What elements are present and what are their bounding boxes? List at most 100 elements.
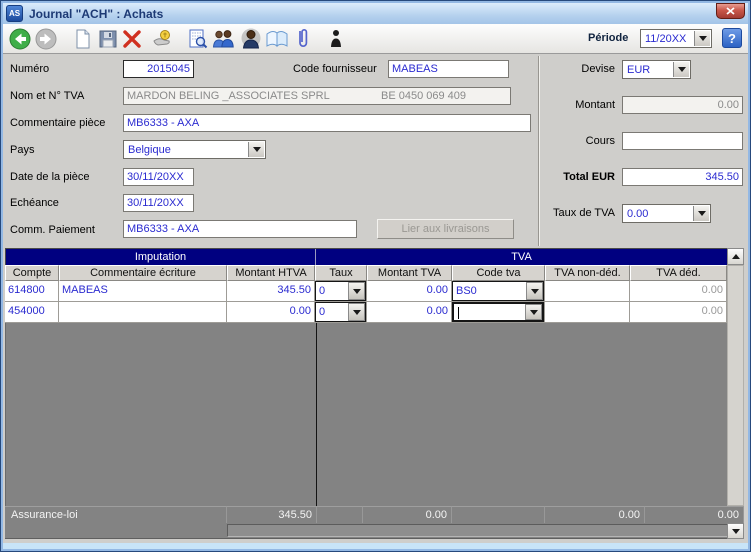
chevron-down-icon[interactable]	[348, 282, 365, 300]
vertical-scrollbar[interactable]	[727, 265, 744, 506]
forward-button[interactable]	[33, 26, 59, 52]
contact-icon	[239, 28, 263, 50]
pays-label: Pays	[10, 144, 34, 156]
scroll-up-button[interactable]	[727, 248, 744, 265]
chevron-down-icon[interactable]	[526, 282, 543, 300]
cours-label: Cours	[523, 135, 615, 147]
journal-book-button[interactable]	[264, 26, 290, 52]
attachment-button[interactable]	[290, 26, 316, 52]
commentaire-piece-label: Commentaire pièce	[10, 117, 105, 129]
commentaire-piece-field[interactable]: MB6333 - AXA	[123, 114, 531, 132]
cell-compte[interactable]: 614800	[5, 281, 59, 302]
horizontal-scrollbar[interactable]	[5, 523, 727, 539]
group-header-tva: TVA	[316, 249, 728, 265]
contacts-button[interactable]	[210, 26, 236, 52]
nom-tva-field: MARDON BELING _ASSOCIATES SPRL BE 0450 0…	[123, 87, 511, 105]
numero-field[interactable]: 2015045	[123, 60, 194, 78]
close-icon	[726, 7, 735, 15]
cell-tva-non-ded[interactable]	[545, 281, 630, 302]
devise-select[interactable]: EUR	[622, 60, 691, 79]
table-row: 454000 0.00 0 0.00 0.00	[5, 302, 727, 323]
total-eur-label: Total EUR	[523, 171, 615, 183]
user-info-button[interactable]	[323, 26, 349, 52]
help-button[interactable]: ?	[722, 28, 742, 48]
contact-button[interactable]	[238, 26, 264, 52]
chevron-down-icon	[694, 31, 710, 46]
group-header-imputation: Imputation	[6, 249, 316, 265]
pays-value: Belgique	[128, 144, 171, 156]
search-preview-icon	[187, 28, 209, 50]
payment-button[interactable]	[149, 26, 175, 52]
cell-montant-htva[interactable]: 0.00	[227, 302, 315, 323]
search-preview-button[interactable]	[185, 26, 211, 52]
column-header-tva-non-ded: TVA non-déd.	[545, 265, 630, 281]
echeance-label: Echéance	[10, 197, 59, 209]
column-header-taux: Taux	[315, 265, 367, 281]
total-tva-non-ded: 0.00	[545, 506, 645, 523]
new-document-button[interactable]	[70, 26, 96, 52]
chevron-down-icon	[673, 62, 689, 77]
title-bar[interactable]: AS Journal "ACH" : Achats	[3, 3, 748, 25]
periode-label: Période	[588, 32, 636, 44]
forward-icon	[35, 28, 57, 50]
chevron-down-icon[interactable]	[348, 303, 365, 321]
totals-row: Assurance-loi 345.50 0.00 0.00 0.00	[5, 506, 744, 523]
chevron-down-icon[interactable]	[525, 304, 542, 320]
cell-taux[interactable]: 0	[315, 302, 367, 323]
chevron-down-icon	[248, 142, 264, 157]
column-header-montant-tva: Montant TVA	[367, 265, 452, 281]
toolbar: Période 11/20XX ?	[3, 24, 748, 54]
journal-book-icon	[265, 28, 289, 50]
user-info-icon	[329, 29, 343, 49]
nom-tva-name: MARDON BELING _ASSOCIATES SPRL	[127, 90, 330, 102]
scroll-down-button[interactable]	[727, 523, 744, 539]
payment-icon	[151, 28, 173, 50]
cours-field[interactable]	[622, 132, 743, 150]
comm-paiement-field[interactable]: MB6333 - AXA	[123, 220, 357, 238]
taux-value: 0	[319, 306, 325, 318]
form-area: Numéro 2015045 Code fournisseur MABEAS N…	[3, 54, 748, 248]
horizontal-scroll-track[interactable]	[227, 524, 730, 537]
montant-field: 0.00	[622, 96, 743, 114]
cell-tva-ded[interactable]: 0.00	[630, 281, 727, 302]
attachment-icon	[296, 27, 310, 51]
date-piece-label: Date de la pièce	[10, 171, 90, 183]
text-caret	[458, 307, 459, 319]
cell-montant-htva[interactable]: 345.50	[227, 281, 315, 302]
cell-code-tva[interactable]	[452, 302, 545, 323]
pays-select[interactable]: Belgique	[123, 140, 266, 159]
group-header-row: Imputation TVA	[5, 248, 728, 265]
date-piece-field[interactable]: 30/11/20XX	[123, 168, 194, 186]
cell-commentaire[interactable]: MABEAS	[59, 281, 227, 302]
app-window: AS Journal "ACH" : Achats	[0, 0, 751, 552]
column-header-commentaire: Commentaire écriture	[59, 265, 227, 281]
grid-empty-area	[5, 323, 727, 506]
code-fournisseur-field[interactable]: MABEAS	[388, 60, 509, 78]
delete-button[interactable]	[119, 26, 145, 52]
total-montant-tva: 0.00	[363, 506, 452, 523]
total-eur-field[interactable]: 345.50	[622, 168, 743, 186]
lier-aux-livraisons-button[interactable]: Lier aux livraisons	[377, 219, 514, 239]
totals-label: Assurance-loi	[5, 506, 227, 523]
periode-value: 11/20XX	[645, 33, 686, 45]
cell-montant-tva[interactable]: 0.00	[367, 302, 452, 323]
table-row: 614800 MABEAS 345.50 0 0.00 BS0 0.00	[5, 281, 727, 302]
cell-compte[interactable]: 454000	[5, 302, 59, 323]
save-button[interactable]	[95, 26, 121, 52]
window-title: Journal "ACH" : Achats	[29, 7, 163, 21]
taux-tva-value: 0.00	[627, 208, 648, 220]
cell-code-tva[interactable]: BS0	[452, 281, 545, 302]
cell-tva-ded[interactable]: 0.00	[630, 302, 727, 323]
column-header-tva-ded: TVA déd.	[630, 265, 727, 281]
taux-tva-select[interactable]: 0.00	[622, 204, 711, 223]
cell-montant-tva[interactable]: 0.00	[367, 281, 452, 302]
back-button[interactable]	[7, 26, 33, 52]
comm-paiement-label: Comm. Paiement	[10, 224, 95, 236]
cell-taux[interactable]: 0	[315, 281, 367, 302]
cell-tva-non-ded[interactable]	[545, 302, 630, 323]
echeance-field[interactable]: 30/11/20XX	[123, 194, 194, 212]
periode-select[interactable]: 11/20XX	[640, 29, 712, 48]
save-icon	[97, 28, 119, 50]
cell-commentaire[interactable]	[59, 302, 227, 323]
close-button[interactable]	[716, 3, 745, 19]
